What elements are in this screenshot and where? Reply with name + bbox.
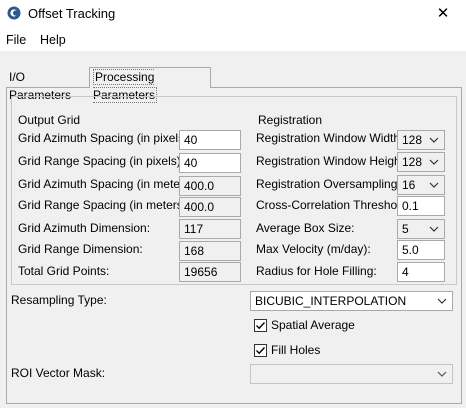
max-velocity-input[interactable]: 5.0 xyxy=(397,240,445,260)
total-grid-points-label: Total Grid Points: xyxy=(18,264,110,278)
snap-app-icon xyxy=(7,6,21,20)
menu-file[interactable]: File xyxy=(6,33,26,47)
fill-holes-checkbox[interactable] xyxy=(254,344,267,357)
menu-help[interactable]: Help xyxy=(40,33,66,47)
cross-correlation-threshold-input[interactable]: 0.1 xyxy=(397,196,445,216)
average-box-size-value: 5 xyxy=(402,222,409,236)
grid-range-dimension-label: Grid Range Dimension: xyxy=(18,242,143,256)
roi-vector-mask-label: ROI Vector Mask: xyxy=(11,366,106,380)
grid-azimuth-spacing-px-label: Grid Azimuth Spacing (in pixels): xyxy=(18,131,192,145)
total-grid-points-field: 19656 xyxy=(179,262,241,282)
chevron-down-icon xyxy=(429,226,439,232)
registration-window-width-value: 128 xyxy=(402,133,423,147)
grid-range-spacing-m-label: Grid Range Spacing (in meters): xyxy=(18,198,191,212)
checkmark-icon xyxy=(256,347,266,355)
registration-oversampling-value: 16 xyxy=(402,178,416,192)
average-box-size-label: Average Box Size: xyxy=(256,221,355,235)
radius-hole-filling-label: Radius for Hole Filling: xyxy=(256,264,377,278)
registration-window-height-label: Registration Window Height: xyxy=(256,154,408,168)
chevron-down-icon xyxy=(429,137,439,143)
roi-vector-mask-select[interactable] xyxy=(250,364,453,384)
spatial-average-label: Spatial Average xyxy=(271,318,355,332)
chevron-down-icon xyxy=(437,371,447,377)
grid-range-spacing-px-label: Grid Range Spacing (in pixels): xyxy=(18,154,185,168)
tab-io-parameters[interactable]: I/O Parameters xyxy=(6,68,90,102)
grid-azimuth-spacing-m-label: Grid Azimuth Spacing (in meters): xyxy=(18,177,198,191)
resampling-type-value: BICUBIC_INTERPOLATION xyxy=(255,294,407,308)
resampling-type-label: Resampling Type: xyxy=(11,293,107,307)
tab-processing-parameters[interactable]: Processing Parameters xyxy=(89,67,211,103)
registration-window-height-value: 128 xyxy=(402,155,423,169)
radius-hole-filling-input[interactable]: 4 xyxy=(397,262,445,282)
grid-azimuth-dimension-label: Grid Azimuth Dimension: xyxy=(18,221,151,235)
close-button[interactable]: ✕ xyxy=(420,0,466,29)
registration-oversampling-select[interactable]: 16 xyxy=(397,175,445,195)
registration-title: Registration xyxy=(258,113,323,127)
grid-azimuth-spacing-px-input[interactable]: 40 xyxy=(179,130,241,150)
registration-window-width-label: Registration Window Width: xyxy=(256,131,404,145)
chevron-down-icon xyxy=(429,159,439,165)
title-bar: Offset Tracking ✕ xyxy=(0,0,466,29)
grid-azimuth-spacing-m-field: 400.0 xyxy=(179,176,241,196)
grid-range-dimension-field: 168 xyxy=(179,241,241,261)
close-icon: ✕ xyxy=(436,5,450,22)
cross-correlation-threshold-label: Cross-Correlation Threshold: xyxy=(256,198,410,212)
checkmark-icon xyxy=(256,322,266,330)
grid-range-spacing-px-input[interactable]: 40 xyxy=(179,153,241,173)
max-velocity-label: Max Velocity (m/day): xyxy=(256,242,371,256)
spatial-average-checkbox[interactable] xyxy=(254,319,267,332)
fill-holes-label: Fill Holes xyxy=(271,343,321,357)
resampling-type-select[interactable]: BICUBIC_INTERPOLATION xyxy=(250,291,453,311)
registration-oversampling-label: Registration Oversampling: xyxy=(256,177,401,191)
registration-window-width-select[interactable]: 128 xyxy=(397,130,445,150)
chevron-down-icon xyxy=(437,298,447,304)
menu-bar: File Help xyxy=(0,29,466,51)
grid-azimuth-dimension-field: 117 xyxy=(179,219,241,239)
output-grid-title: Output Grid xyxy=(18,113,81,127)
grid-range-spacing-m-field: 400.0 xyxy=(179,197,241,217)
average-box-size-select[interactable]: 5 xyxy=(397,219,445,239)
chevron-down-icon xyxy=(429,182,439,188)
registration-window-height-select[interactable]: 128 xyxy=(397,152,445,172)
window-title: Offset Tracking xyxy=(28,6,116,21)
